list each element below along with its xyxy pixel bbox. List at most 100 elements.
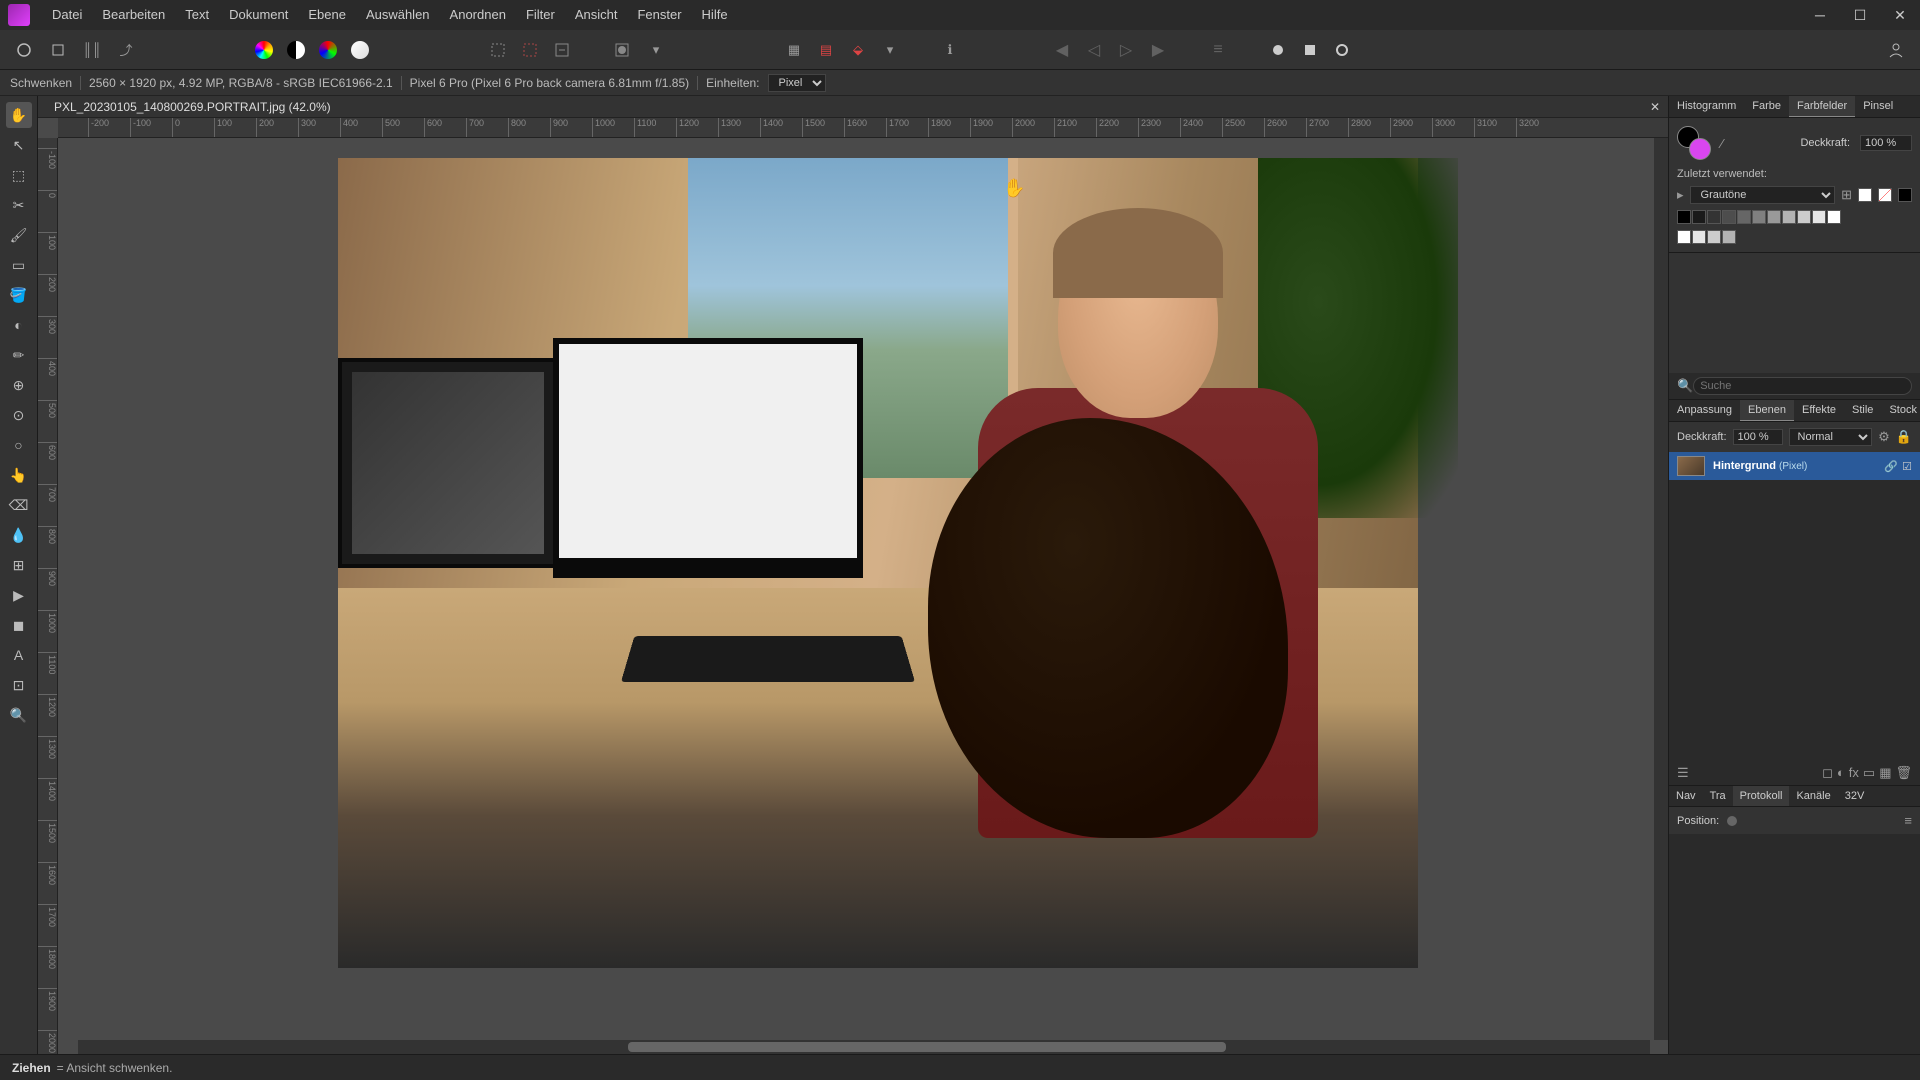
eyedropper-icon[interactable]: ⁄ bbox=[1721, 136, 1723, 151]
text-tool[interactable]: A bbox=[6, 642, 32, 668]
auto-white-balance-button[interactable] bbox=[346, 36, 374, 64]
add-layer-icon[interactable]: ▦ bbox=[1879, 765, 1891, 781]
swatch[interactable] bbox=[1782, 210, 1796, 224]
crop-tool[interactable]: ✂ bbox=[6, 192, 32, 218]
swatch[interactable] bbox=[1812, 210, 1826, 224]
flood-tool[interactable]: 🪣 bbox=[6, 282, 32, 308]
add-none-swatch[interactable] bbox=[1878, 188, 1892, 202]
delete-layer-icon[interactable]: 🗑 bbox=[1895, 765, 1912, 781]
swatch[interactable] bbox=[1752, 210, 1766, 224]
export-persona-button[interactable]: ⤴ bbox=[112, 36, 140, 64]
fx-layer-icon[interactable]: fx bbox=[1849, 765, 1859, 781]
tab-effekte[interactable]: Effekte bbox=[1794, 400, 1844, 421]
node-tool[interactable]: ⬚ bbox=[6, 162, 32, 188]
menu-ebene[interactable]: Ebene bbox=[298, 0, 356, 30]
palette-dropdown-icon[interactable]: ▸ bbox=[1677, 187, 1684, 203]
tab-close-button[interactable]: ✕ bbox=[1642, 100, 1668, 114]
dodge-tool[interactable]: ○ bbox=[6, 432, 32, 458]
snapping-button[interactable]: ⬙ bbox=[844, 36, 872, 64]
quick-mask-button[interactable] bbox=[608, 36, 636, 64]
color-swatch-pair[interactable] bbox=[1677, 126, 1711, 160]
swatch[interactable] bbox=[1827, 210, 1841, 224]
tab-ebenen[interactable]: Ebenen bbox=[1740, 400, 1794, 421]
swatch[interactable] bbox=[1692, 210, 1706, 224]
canvas[interactable]: ✋ bbox=[58, 138, 1668, 1054]
selection-new-button[interactable] bbox=[484, 36, 512, 64]
swatch[interactable] bbox=[1722, 230, 1736, 244]
develop-persona-button[interactable]: ║║ bbox=[78, 36, 106, 64]
menu-datei[interactable]: Datei bbox=[42, 0, 92, 30]
tab-stile[interactable]: Stile bbox=[1844, 400, 1881, 421]
layer-settings-icon[interactable]: ⚙ bbox=[1878, 429, 1890, 445]
palette-select[interactable]: Grautöne bbox=[1690, 186, 1836, 204]
swatch[interactable] bbox=[1677, 230, 1691, 244]
tab-protokoll[interactable]: Protokoll bbox=[1733, 786, 1790, 806]
gradient-tool[interactable]: ◐ bbox=[6, 312, 32, 338]
swatch[interactable] bbox=[1677, 210, 1691, 224]
auto-levels-button[interactable] bbox=[250, 36, 278, 64]
menu-fenster[interactable]: Fenster bbox=[627, 0, 691, 30]
layer-lock-icon[interactable]: 🔒 bbox=[1896, 429, 1912, 445]
quick-mask-dropdown[interactable]: ▾ bbox=[642, 36, 670, 64]
layer-opacity-field[interactable] bbox=[1733, 429, 1783, 445]
tab-farbfelder[interactable]: Farbfelder bbox=[1789, 96, 1855, 117]
menu-text[interactable]: Text bbox=[175, 0, 219, 30]
menu-ansicht[interactable]: Ansicht bbox=[565, 0, 628, 30]
auto-colors-button[interactable] bbox=[314, 36, 342, 64]
tab-anpassung[interactable]: Anpassung bbox=[1669, 400, 1740, 421]
selection-subtract-button[interactable] bbox=[548, 36, 576, 64]
horizontal-scrollbar[interactable] bbox=[78, 1040, 1650, 1054]
move-tool[interactable]: ↖ bbox=[6, 132, 32, 158]
tab-32v[interactable]: 32V bbox=[1838, 786, 1872, 806]
menu-filter[interactable]: Filter bbox=[516, 0, 565, 30]
history-menu-icon[interactable]: ≡ bbox=[1904, 813, 1912, 828]
group-layer-icon[interactable]: ▭ bbox=[1863, 765, 1875, 781]
studio-left-button[interactable] bbox=[1264, 36, 1292, 64]
paint-tool[interactable]: ✏ bbox=[6, 342, 32, 368]
selection-add-button[interactable] bbox=[516, 36, 544, 64]
layer-item[interactable]: Hintergrund (Pixel) 🔗 ☑ bbox=[1669, 452, 1920, 480]
swatch[interactable] bbox=[1722, 210, 1736, 224]
account-button[interactable] bbox=[1882, 36, 1910, 64]
snapping-dropdown[interactable]: ▾ bbox=[876, 36, 904, 64]
healing-tool[interactable]: ⊕ bbox=[6, 372, 32, 398]
swatch[interactable] bbox=[1692, 230, 1706, 244]
guides-button[interactable]: ▤ bbox=[812, 36, 840, 64]
tab-kanäle[interactable]: Kanäle bbox=[1789, 786, 1837, 806]
layer-link-icon[interactable]: 🔗 bbox=[1884, 460, 1898, 473]
opacity-field[interactable] bbox=[1860, 135, 1912, 151]
blend-mode-select[interactable]: Normal bbox=[1789, 428, 1873, 446]
document-tab[interactable]: PXL_20230105_140800269.PORTRAIT.jpg (42.… bbox=[46, 96, 339, 118]
swatch[interactable] bbox=[1707, 210, 1721, 224]
brush-tool[interactable]: 🖌 bbox=[6, 222, 32, 248]
swatch[interactable] bbox=[1737, 210, 1751, 224]
shape-tool[interactable]: ◼ bbox=[6, 612, 32, 638]
document-image[interactable] bbox=[338, 158, 1418, 968]
adjust-layer-icon[interactable]: ◐ bbox=[1837, 765, 1845, 781]
menu-auswählen[interactable]: Auswählen bbox=[356, 0, 440, 30]
vertical-scrollbar[interactable] bbox=[1654, 138, 1668, 1040]
add-black-swatch[interactable] bbox=[1898, 188, 1912, 202]
perspective-tool[interactable]: ⊡ bbox=[6, 672, 32, 698]
swatch[interactable] bbox=[1707, 230, 1721, 244]
tab-tra[interactable]: Tra bbox=[1703, 786, 1733, 806]
tab-histogramm[interactable]: Histogramm bbox=[1669, 96, 1744, 117]
grid-toggle-button[interactable]: ▦ bbox=[780, 36, 808, 64]
maximize-button[interactable]: ☐ bbox=[1840, 0, 1880, 30]
palette-grid-icon[interactable]: ⊞ bbox=[1841, 187, 1852, 203]
tab-stock[interactable]: Stock bbox=[1881, 400, 1920, 421]
tab-nav[interactable]: Nav bbox=[1669, 786, 1703, 806]
add-white-swatch[interactable] bbox=[1858, 188, 1872, 202]
eraser-tool[interactable]: ⌫ bbox=[6, 492, 32, 518]
blur-tool[interactable]: 💧 bbox=[6, 522, 32, 548]
zoom-tool[interactable]: 🔍 bbox=[6, 702, 32, 728]
mesh-tool[interactable]: ⊞ bbox=[6, 552, 32, 578]
position-slider[interactable] bbox=[1727, 816, 1737, 826]
units-select[interactable]: Pixel bbox=[768, 74, 826, 92]
swatch[interactable] bbox=[1767, 210, 1781, 224]
tab-farbe[interactable]: Farbe bbox=[1744, 96, 1789, 117]
pan-tool[interactable]: ✋ bbox=[6, 102, 32, 128]
menu-dokument[interactable]: Dokument bbox=[219, 0, 298, 30]
clone-tool[interactable]: ⊙ bbox=[6, 402, 32, 428]
studio-toggle-button[interactable] bbox=[1328, 36, 1356, 64]
